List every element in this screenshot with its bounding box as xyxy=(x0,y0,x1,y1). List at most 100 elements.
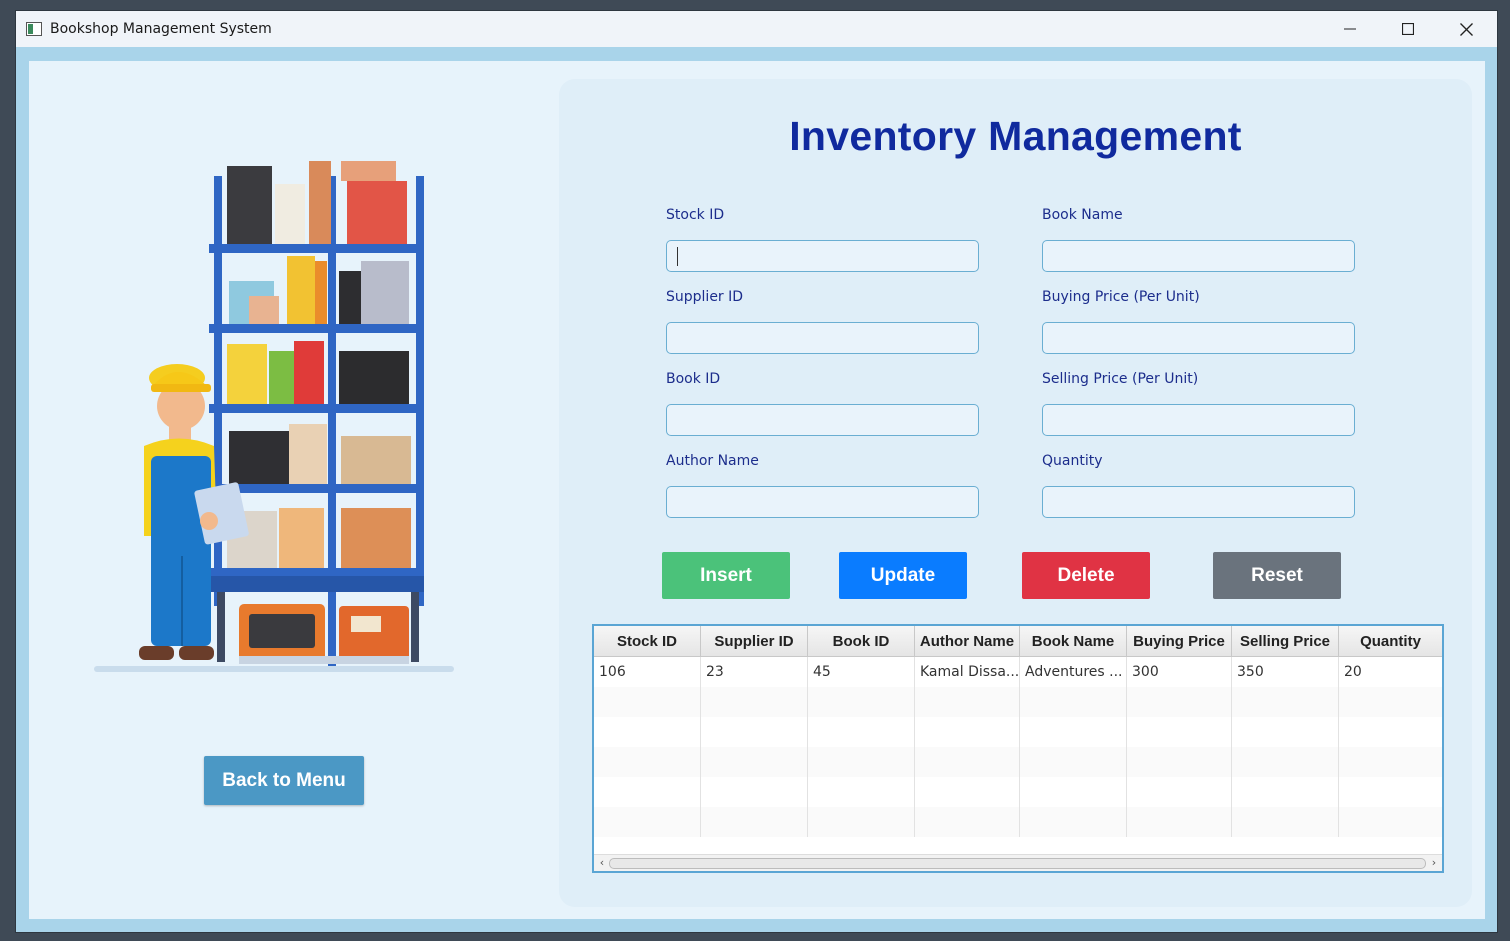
table-body: 106 23 45 Kamal Dissa... Adventures ... … xyxy=(594,657,1442,837)
table-cell xyxy=(1339,807,1442,837)
empty-table-row xyxy=(594,777,1442,807)
table-cell xyxy=(701,777,808,807)
minimize-button[interactable] xyxy=(1321,11,1379,47)
book-id-label: Book ID xyxy=(666,371,721,387)
horizontal-scrollbar[interactable]: ‹ › xyxy=(594,854,1442,871)
supplier-id-input[interactable] xyxy=(666,322,979,354)
empty-table-row xyxy=(594,687,1442,717)
window-app-icon xyxy=(26,22,42,36)
column-header[interactable]: Author Name xyxy=(915,626,1020,656)
table-cell xyxy=(915,717,1020,747)
column-header[interactable]: Book ID xyxy=(808,626,915,656)
selling-price-input[interactable] xyxy=(1042,404,1355,436)
title-bar[interactable]: Bookshop Management System xyxy=(16,11,1497,47)
table-cell xyxy=(1232,717,1339,747)
table-cell: 23 xyxy=(701,657,808,687)
table-cell xyxy=(1232,687,1339,717)
table-cell xyxy=(915,807,1020,837)
scrollbar-thumb[interactable] xyxy=(609,858,1426,869)
table-cell xyxy=(701,747,808,777)
table-cell: 106 xyxy=(594,657,701,687)
minimize-icon xyxy=(1344,28,1356,30)
buying-price-label: Buying Price (Per Unit) xyxy=(1042,289,1200,305)
table-cell: 300 xyxy=(1127,657,1232,687)
column-header[interactable]: Supplier ID xyxy=(701,626,808,656)
table-cell xyxy=(808,777,915,807)
table-cell: 45 xyxy=(808,657,915,687)
table-cell: 350 xyxy=(1232,657,1339,687)
table-cell xyxy=(594,717,701,747)
scroll-right-icon[interactable]: › xyxy=(1428,857,1440,869)
table-header: Stock ID Supplier ID Book ID Author Name… xyxy=(594,626,1442,657)
selling-price-label: Selling Price (Per Unit) xyxy=(1042,371,1199,387)
main-content: Back to Menu Inventory Management Stock … xyxy=(29,61,1485,919)
table-cell xyxy=(1020,687,1127,717)
table-cell xyxy=(701,717,808,747)
table-cell xyxy=(1339,717,1442,747)
table-cell xyxy=(1127,777,1232,807)
table-cell xyxy=(1232,777,1339,807)
table-cell xyxy=(1339,777,1442,807)
empty-table-row xyxy=(594,717,1442,747)
table-cell xyxy=(808,717,915,747)
left-panel: Back to Menu xyxy=(29,61,559,919)
window-title: Bookshop Management System xyxy=(50,21,272,37)
quantity-input[interactable] xyxy=(1042,486,1355,518)
table-cell xyxy=(1339,747,1442,777)
column-header[interactable]: Book Name xyxy=(1020,626,1127,656)
table-cell xyxy=(808,747,915,777)
table-cell xyxy=(915,777,1020,807)
column-header[interactable]: Selling Price xyxy=(1232,626,1339,656)
table-cell xyxy=(808,807,915,837)
maximize-button[interactable] xyxy=(1379,11,1437,47)
scroll-left-icon[interactable]: ‹ xyxy=(596,857,608,869)
column-header[interactable]: Quantity xyxy=(1339,626,1442,656)
supplier-id-label: Supplier ID xyxy=(666,289,744,305)
buying-price-input[interactable] xyxy=(1042,322,1355,354)
author-name-label: Author Name xyxy=(666,453,759,469)
book-name-input[interactable] xyxy=(1042,240,1355,272)
table-cell xyxy=(701,807,808,837)
table-cell xyxy=(594,807,701,837)
table-cell xyxy=(1232,807,1339,837)
close-button[interactable] xyxy=(1437,11,1495,47)
empty-table-row xyxy=(594,807,1442,837)
close-icon xyxy=(1459,22,1473,36)
column-header[interactable]: Buying Price xyxy=(1127,626,1232,656)
table-cell xyxy=(1020,717,1127,747)
table-cell xyxy=(1020,777,1127,807)
table-cell xyxy=(1020,807,1127,837)
table-cell: 20 xyxy=(1344,664,1362,680)
table-cell xyxy=(808,687,915,717)
column-header[interactable]: Stock ID xyxy=(594,626,701,656)
table-cell xyxy=(701,687,808,717)
warehouse-worker-illustration xyxy=(94,161,454,672)
table-cell xyxy=(1127,807,1232,837)
table-cell xyxy=(915,747,1020,777)
table-cell xyxy=(1127,687,1232,717)
app-window: Bookshop Management System Back to Menu … xyxy=(16,11,1497,932)
table-cell xyxy=(594,777,701,807)
table-cell: Adventures ... xyxy=(1020,657,1127,687)
inventory-form-card: Inventory Management Stock ID Book Name … xyxy=(559,79,1472,907)
author-name-input[interactable] xyxy=(666,486,979,518)
table-row[interactable]: 106 23 45 Kamal Dissa... Adventures ... … xyxy=(594,657,1442,687)
book-name-label: Book Name xyxy=(1042,207,1123,223)
table-cell xyxy=(594,747,701,777)
table-cell xyxy=(915,687,1020,717)
table-cell xyxy=(1339,687,1442,717)
table-cell: Kamal Dissa... xyxy=(915,657,1020,687)
reset-button[interactable]: Reset xyxy=(1213,552,1341,599)
inventory-table[interactable]: Stock ID Supplier ID Book ID Author Name… xyxy=(592,624,1444,873)
insert-button[interactable]: Insert xyxy=(662,552,790,599)
maximize-icon xyxy=(1402,23,1414,35)
book-id-input[interactable] xyxy=(666,404,979,436)
stock-id-input[interactable] xyxy=(666,240,979,272)
table-cell xyxy=(1127,717,1232,747)
table-cell xyxy=(1232,747,1339,777)
delete-button[interactable]: Delete xyxy=(1022,552,1150,599)
table-cell xyxy=(1020,747,1127,777)
update-button[interactable]: Update xyxy=(839,552,967,599)
back-to-menu-button[interactable]: Back to Menu xyxy=(204,756,364,805)
quantity-label: Quantity xyxy=(1042,453,1103,469)
